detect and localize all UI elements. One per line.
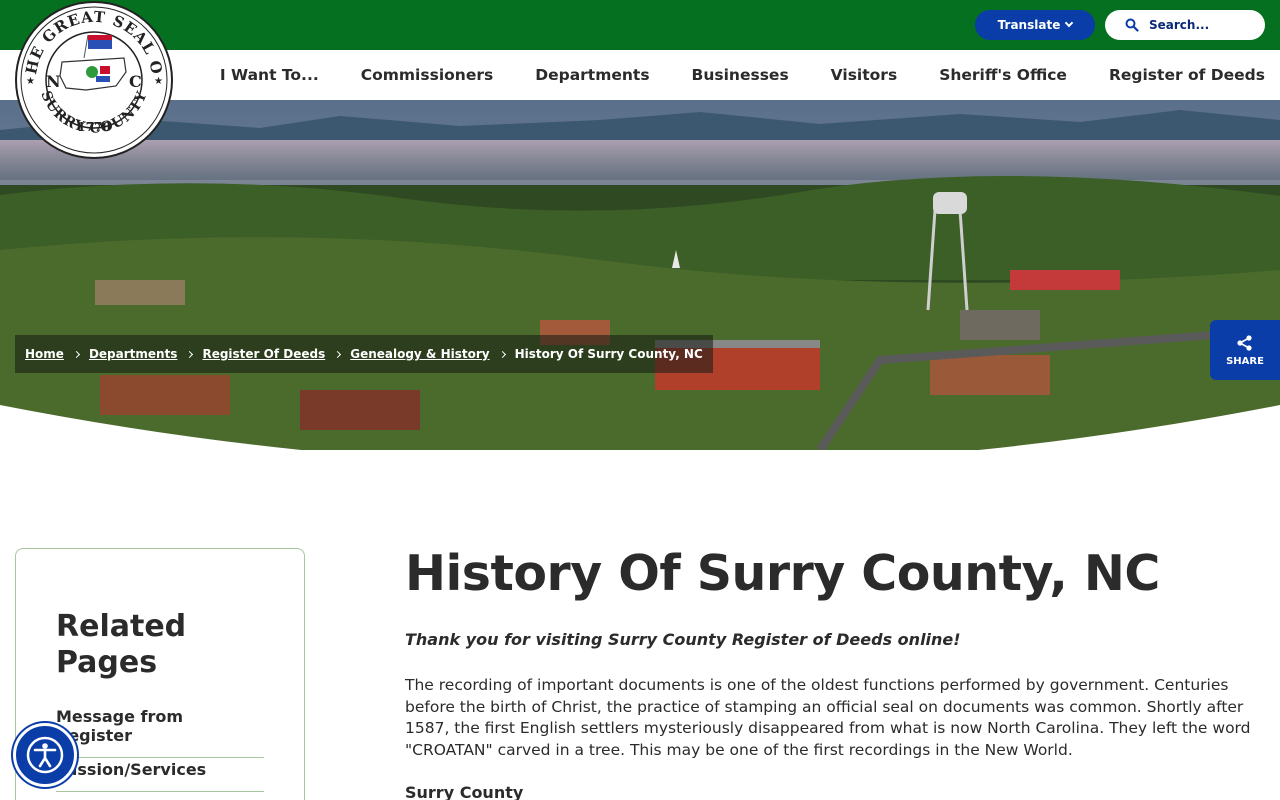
accessibility-icon — [26, 736, 64, 774]
nav-item-i-want-to[interactable]: I Want To... — [220, 66, 319, 84]
chevron-down-icon — [1065, 18, 1074, 28]
breadcrumb-chevron-icon — [498, 350, 506, 358]
top-utility-bar: Translate — [0, 0, 1280, 50]
seal-letter-n: N — [46, 72, 61, 91]
nav-item-commissioners[interactable]: Commissioners — [361, 66, 493, 84]
breadcrumb-genealogy-history[interactable]: Genealogy & History — [350, 347, 489, 361]
body-paragraph: The recording of important documents is … — [405, 676, 1251, 759]
intro-text: Thank you for visiting Surry County Regi… — [405, 630, 961, 649]
svg-text:★: ★ — [26, 76, 35, 87]
breadcrumb-register-of-deeds[interactable]: Register Of Deeds — [202, 347, 325, 361]
nav-item-register-of-deeds[interactable]: Register of Deeds — [1109, 66, 1265, 84]
seal-letter-c: C — [129, 72, 142, 91]
breadcrumb-chevron-icon — [334, 350, 342, 358]
section-subheading: Surry County — [405, 783, 524, 800]
translate-button[interactable]: Translate — [975, 10, 1095, 40]
nav-item-sheriffs-office[interactable]: Sheriff's Office — [939, 66, 1067, 84]
sidebar-link-message-from-register[interactable]: Message from Register — [56, 707, 264, 758]
breadcrumb-chevron-icon — [186, 350, 194, 358]
page-title: History Of Surry County, NC — [405, 545, 1160, 602]
translate-label: Translate — [997, 18, 1061, 32]
sidebar-link-mission-services[interactable]: Mission/Services — [56, 760, 264, 792]
nav-item-visitors[interactable]: Visitors — [831, 66, 898, 84]
hero-landscape-image — [0, 100, 1280, 450]
share-label: SHARE — [1226, 355, 1264, 367]
nav-item-departments[interactable]: Departments — [535, 66, 649, 84]
hero-banner: Home Departments Register Of Deeds Genea… — [0, 100, 1280, 450]
search-box[interactable] — [1105, 10, 1265, 40]
related-pages-heading: Related Pages — [56, 609, 187, 680]
svg-text:★: ★ — [154, 76, 163, 87]
share-icon — [1237, 334, 1252, 351]
county-seal-logo[interactable]: N C 1770 THE GREAT SEAL OF SURRY COUNTY … — [8, 0, 174, 160]
breadcrumb: Home Departments Register Of Deeds Genea… — [15, 335, 713, 373]
search-icon — [1125, 18, 1139, 32]
breadcrumb-home[interactable]: Home — [25, 347, 64, 361]
breadcrumb-chevron-icon — [72, 350, 80, 358]
breadcrumb-departments[interactable]: Departments — [89, 347, 178, 361]
main-navbar: I Want To... Commissioners Departments B… — [0, 50, 1280, 100]
seal-graphic: N C 1770 THE GREAT SEAL OF SURRY COUNTY … — [8, 0, 173, 159]
accessibility-button[interactable] — [13, 723, 77, 787]
nav-item-businesses[interactable]: Businesses — [692, 66, 789, 84]
main-nav: I Want To... Commissioners Departments B… — [220, 50, 1265, 100]
breadcrumb-current: History Of Surry County, NC — [514, 347, 703, 361]
share-button[interactable]: SHARE — [1210, 320, 1280, 380]
search-input[interactable] — [1149, 18, 1249, 32]
